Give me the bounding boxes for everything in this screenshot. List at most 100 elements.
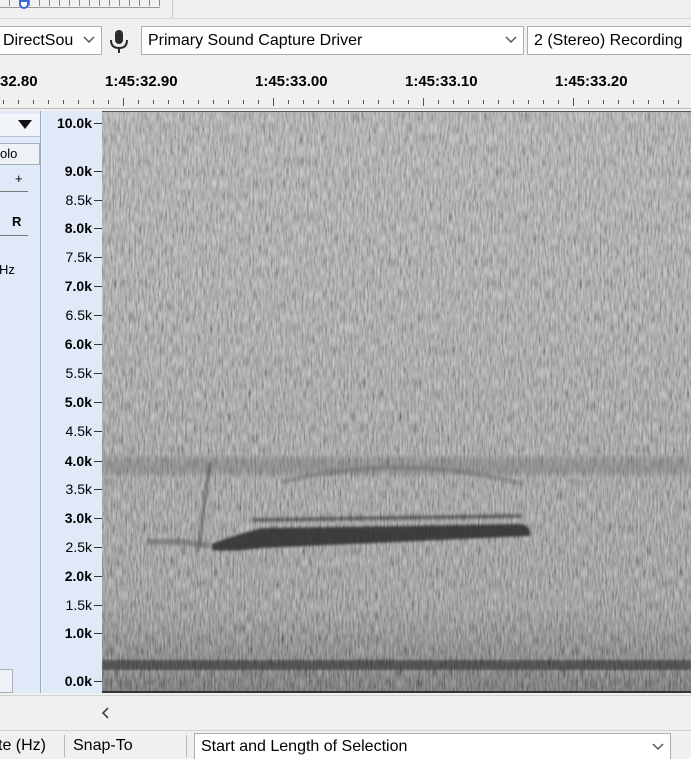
solo-button[interactable]: olo [0, 143, 40, 165]
track-select-button[interactable] [0, 669, 13, 693]
ruler-tick [258, 100, 259, 104]
ruler-tick [633, 100, 634, 104]
ruler-tick [318, 100, 319, 104]
ruler-tick [183, 100, 184, 104]
device-toolbar: DirectSou Primary Sound Capture Driver 2… [0, 22, 691, 60]
ruler-tick [288, 100, 289, 104]
sample-rate-label: Hz [0, 262, 15, 277]
frequency-tick [94, 344, 102, 345]
gain-slider[interactable] [0, 191, 28, 192]
ruler-tick [93, 100, 94, 104]
ruler-tick [438, 100, 439, 104]
frequency-label: 0.0k [64, 673, 92, 689]
chevron-down-icon [81, 27, 97, 54]
recording-device-select[interactable]: Primary Sound Capture Driver [141, 26, 524, 55]
scroll-left-arrow-icon[interactable] [98, 705, 114, 721]
frequency-label: 2.5k [65, 539, 92, 555]
ruler-label: 1:45:33.20 [555, 73, 628, 90]
ruler-tick [33, 100, 34, 104]
ruler-tick [513, 100, 514, 104]
frequency-tick [94, 228, 102, 229]
dropdown-triangle-icon [18, 120, 32, 129]
ruler-tick [468, 100, 469, 104]
frequency-tick [94, 633, 102, 634]
ruler-label: 1:45:33.10 [405, 73, 478, 90]
toolbar-separator [64, 735, 65, 757]
frequency-tick [94, 315, 102, 316]
ruler-tick [153, 100, 154, 104]
frequency-label: 2.0k [64, 568, 92, 584]
solo-label: olo [0, 146, 18, 161]
project-rate-label: te (Hz) [0, 737, 46, 754]
selection-mode-select[interactable]: Start and Length of Selection [194, 733, 671, 759]
ruler-tick [18, 100, 19, 104]
ruler-tick [603, 100, 604, 104]
ruler-tick [303, 100, 304, 104]
ruler-tick [408, 100, 409, 104]
ruler-tick [333, 100, 334, 104]
ruler-tick [48, 100, 49, 104]
spectrogram-image [102, 112, 691, 691]
ruler-tick [528, 100, 529, 104]
frequency-tick [94, 373, 102, 374]
gain-plus-label: + [15, 171, 23, 186]
toolbar-separator [186, 735, 187, 757]
audio-host-value: DirectSou [3, 32, 74, 49]
spectrogram-view[interactable] [102, 111, 691, 693]
frequency-tick [94, 681, 102, 682]
ruler-label: 1:45:32.90 [105, 73, 178, 90]
ruler-tick [618, 100, 619, 104]
ruler-tick [483, 100, 484, 104]
frequency-scale[interactable]: 10.0k 9.0k 8.5k 8.0k 7.5k 7.0k 6.5k 6.0k 5.5k 5.0… [42, 111, 102, 693]
track-control-panel: olo + R Hz [0, 111, 41, 693]
ruler-tick [558, 100, 559, 104]
meter-toolbar [0, 0, 691, 19]
selection-toolbar: te (Hz) Snap-To Start and Length of Sele… [0, 730, 691, 759]
toolbar-separator [172, 0, 173, 18]
frequency-label: 7.0k [64, 278, 92, 294]
timeline-ruler[interactable]: 32.80 1:45:32.90 1:45:33.00 1:45:33.10 1… [0, 62, 691, 109]
chevron-down-icon [650, 734, 666, 759]
audio-host-select[interactable]: DirectSou [0, 26, 102, 55]
ruler-label: 32.80 [0, 73, 38, 90]
ruler-tick [573, 98, 574, 106]
selection-mode-value: Start and Length of Selection [201, 738, 408, 755]
recording-device-value: Primary Sound Capture Driver [148, 32, 363, 49]
ruler-tick [498, 100, 499, 104]
ruler-tick [228, 100, 229, 104]
frequency-label: 3.5k [65, 481, 92, 497]
frequency-tick [94, 605, 102, 606]
ruler-tick [363, 100, 364, 104]
ruler-tick [138, 100, 139, 104]
ruler-tick [63, 100, 64, 104]
ruler-tick [393, 100, 394, 104]
ruler-tick [348, 100, 349, 104]
track-menu-button[interactable] [0, 114, 40, 137]
ruler-tick [453, 100, 454, 104]
ruler-tick [648, 100, 649, 104]
frequency-tick [94, 257, 102, 258]
pan-slider[interactable] [0, 235, 28, 236]
frequency-label: 3.0k [64, 510, 92, 526]
frequency-label: 5.0k [64, 394, 92, 410]
frequency-label: 9.0k [64, 163, 92, 179]
frequency-label: 6.5k [65, 307, 92, 323]
frequency-tick [94, 431, 102, 432]
recording-channels-select[interactable]: 2 (Stereo) Recording [527, 26, 691, 55]
frequency-label: 10.0k [56, 115, 92, 131]
frequency-label: 8.0k [64, 220, 92, 236]
microphone-icon [110, 30, 128, 53]
pan-right-label: R [12, 214, 22, 229]
ruler-tick [3, 100, 4, 104]
frequency-tick [94, 461, 102, 462]
snap-to-label: Snap-To [73, 737, 133, 754]
ruler-tick [168, 100, 169, 104]
ruler-label: 1:45:33.00 [255, 73, 328, 90]
ruler-tick [378, 100, 379, 104]
frequency-tick [94, 171, 102, 172]
frequency-label: 4.5k [65, 423, 92, 439]
recording-channels-value: 2 (Stereo) Recording [534, 32, 683, 49]
horizontal-scrollbar[interactable] [0, 695, 691, 730]
ruler-tick [198, 100, 199, 104]
frequency-label: 1.5k [65, 597, 92, 613]
